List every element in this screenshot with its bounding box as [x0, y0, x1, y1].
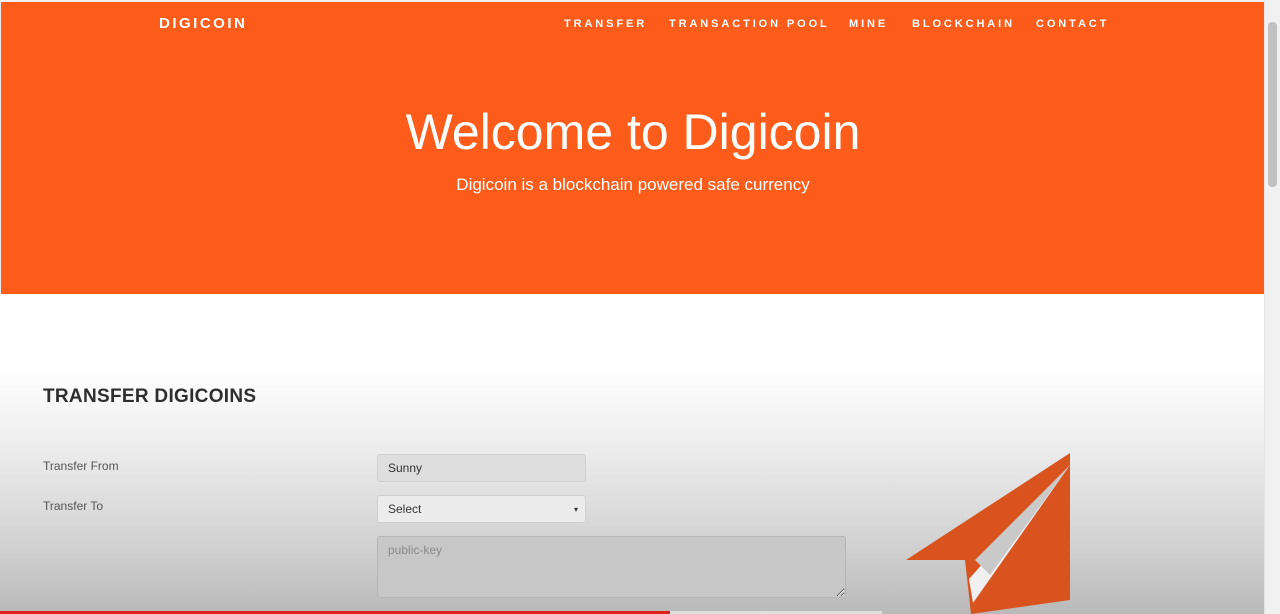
- transfer-from-field[interactable]: Sunny: [377, 454, 586, 482]
- main-nav: TRANSFER TRANSACTION POOL MINE BLOCKCHAI…: [1, 18, 1264, 34]
- public-key-input[interactable]: [377, 536, 846, 598]
- chevron-down-icon: ▾: [574, 505, 579, 514]
- section-title: TRANSFER DIGICOINS: [43, 386, 257, 407]
- transfer-section: TRANSFER DIGICOINS Transfer From Sunny T…: [0, 294, 1264, 614]
- transfer-from-label: Transfer From: [43, 459, 119, 473]
- hero-banner: DIGICOIN TRANSFER TRANSACTION POOL MINE …: [0, 0, 1264, 294]
- nav-transaction-pool[interactable]: TRANSACTION POOL: [669, 18, 830, 30]
- hero-title: Welcome to Digicoin: [405, 104, 861, 160]
- hero-subtitle: Digicoin is a blockchain powered safe cu…: [456, 175, 810, 194]
- transfer-to-label: Transfer To: [43, 499, 104, 513]
- nav-transfer[interactable]: TRANSFER: [564, 18, 647, 30]
- nav-blockchain[interactable]: BLOCKCHAIN: [912, 18, 1015, 30]
- page: DIGICOIN TRANSFER TRANSACTION POOL MINE …: [0, 0, 1264, 614]
- paper-plane-icon: [906, 453, 1070, 614]
- nav-contact[interactable]: CONTACT: [1036, 18, 1109, 30]
- paper-plane-body: [906, 453, 1070, 614]
- scrollbar-thumb[interactable]: [1268, 22, 1277, 187]
- transfer-to-select[interactable]: Select: [377, 495, 586, 523]
- nav-mine[interactable]: MINE: [849, 18, 888, 30]
- vertical-scrollbar[interactable]: [1264, 0, 1280, 614]
